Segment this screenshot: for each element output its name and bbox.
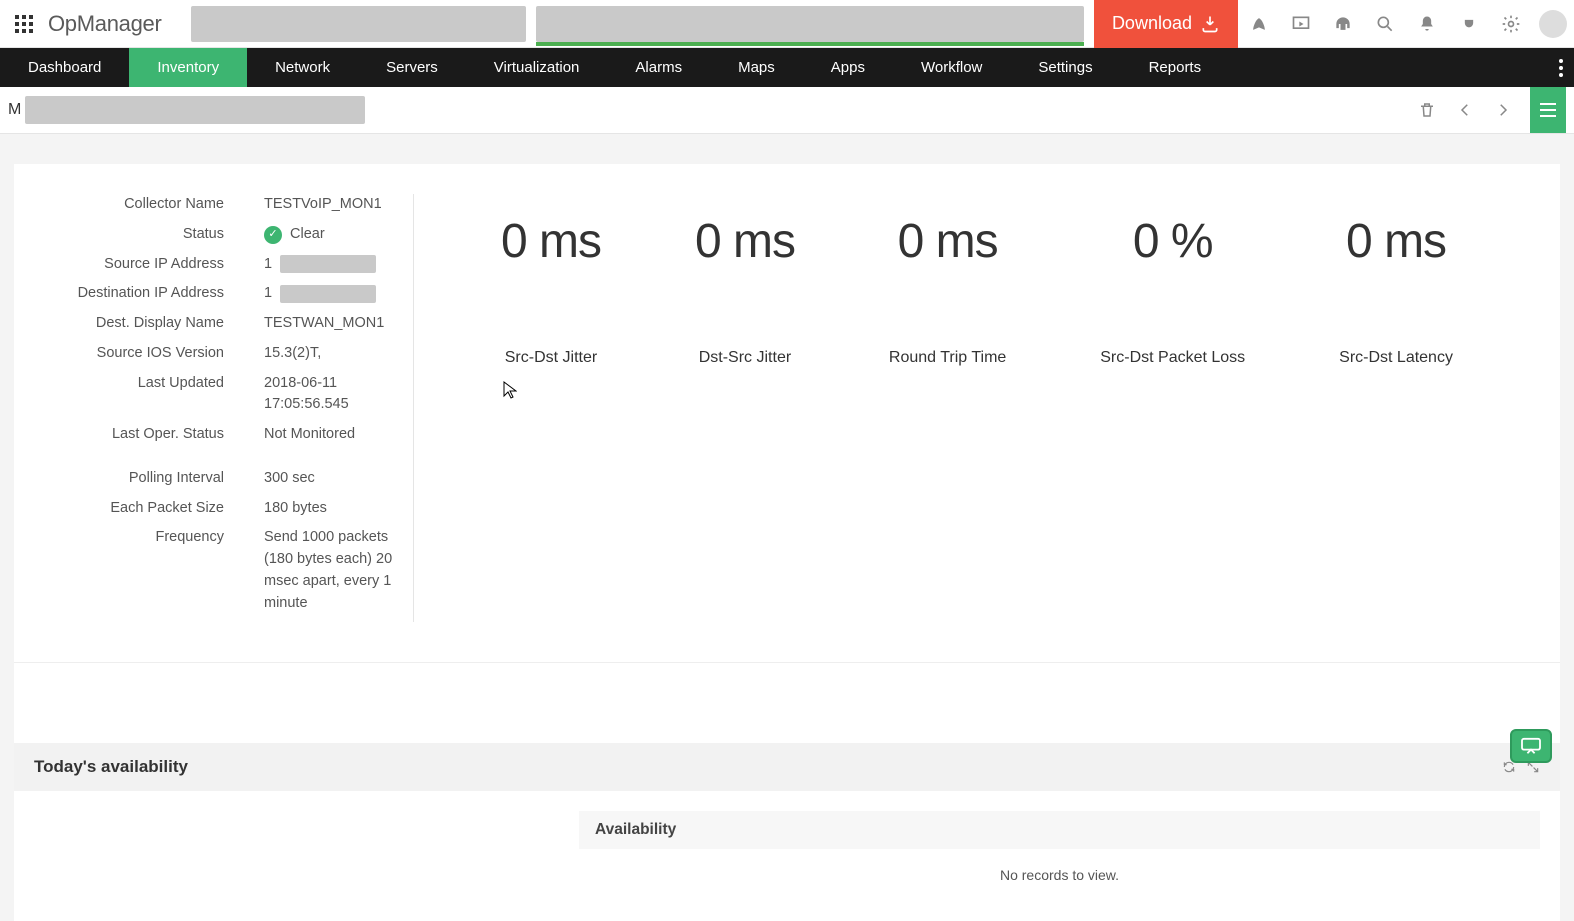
masked-value bbox=[280, 285, 376, 303]
detail-row: Status✓Clear bbox=[34, 224, 393, 246]
nav-more-icon[interactable] bbox=[1548, 48, 1574, 87]
download-button[interactable]: Download bbox=[1094, 0, 1238, 48]
metric: 0 ms Src-Dst Latency bbox=[1339, 214, 1453, 367]
detail-row: Last Updated2018-06-11 17:05:56.545 bbox=[34, 373, 393, 417]
detail-value: 1 bbox=[224, 254, 393, 276]
rocket-icon[interactable] bbox=[1238, 0, 1280, 48]
metric-value: 0 ms bbox=[501, 214, 601, 269]
plug-icon[interactable] bbox=[1448, 0, 1490, 48]
detail-row: Source IP Address1 bbox=[34, 254, 393, 276]
nav-servers[interactable]: Servers bbox=[358, 48, 466, 87]
nav-workflow[interactable]: Workflow bbox=[893, 48, 1010, 87]
detail-label: Status bbox=[34, 224, 224, 246]
nav-alarms[interactable]: Alarms bbox=[607, 48, 710, 87]
top-placeholder-1 bbox=[191, 6, 526, 42]
user-avatar[interactable] bbox=[1532, 0, 1574, 48]
nav-reports[interactable]: Reports bbox=[1121, 48, 1230, 87]
metric: 0 % Src-Dst Packet Loss bbox=[1100, 214, 1245, 367]
detail-label: Source IP Address bbox=[34, 254, 224, 276]
detail-label: Each Packet Size bbox=[34, 498, 224, 520]
prev-icon[interactable] bbox=[1448, 93, 1482, 127]
bell-icon[interactable] bbox=[1406, 0, 1448, 48]
nav-maps[interactable]: Maps bbox=[710, 48, 803, 87]
detail-label: Frequency bbox=[34, 527, 224, 614]
no-records-text: No records to view. bbox=[579, 849, 1540, 901]
detail-row: Dest. Display NameTESTWAN_MON1 bbox=[34, 313, 393, 335]
page-title-prefix: M bbox=[8, 101, 21, 119]
apps-grid-icon[interactable] bbox=[0, 15, 48, 33]
detail-value: 1 bbox=[224, 283, 393, 305]
menu-icon[interactable] bbox=[1530, 87, 1566, 133]
detail-value: TESTWAN_MON1 bbox=[224, 313, 393, 335]
detail-row: Each Packet Size180 bytes bbox=[34, 498, 393, 520]
metric-value: 0 % bbox=[1100, 214, 1245, 269]
detail-value: 2018-06-11 17:05:56.545 bbox=[224, 373, 393, 417]
detail-row: FrequencySend 1000 packets (180 bytes ea… bbox=[34, 527, 393, 614]
page-title-placeholder bbox=[25, 96, 365, 124]
metric-value: 0 ms bbox=[1339, 214, 1453, 269]
detail-label: Dest. Display Name bbox=[34, 313, 224, 335]
download-icon bbox=[1200, 14, 1220, 34]
metric-label: Dst-Src Jitter bbox=[695, 349, 795, 367]
detail-row: Source IOS Version15.3(2)T, bbox=[34, 343, 393, 365]
nav-virtualization[interactable]: Virtualization bbox=[466, 48, 608, 87]
detail-value: TESTVoIP_MON1 bbox=[224, 194, 393, 216]
nav-apps[interactable]: Apps bbox=[803, 48, 893, 87]
metric: 0 ms Round Trip Time bbox=[889, 214, 1006, 367]
detail-row: Destination IP Address1 bbox=[34, 283, 393, 305]
status-check-icon: ✓ bbox=[264, 226, 282, 244]
metric-label: Src-Dst Jitter bbox=[501, 349, 601, 367]
availability-header: Today's availability bbox=[14, 743, 1560, 791]
detail-row: Polling Interval300 sec bbox=[34, 468, 393, 490]
nav-dashboard[interactable]: Dashboard bbox=[0, 48, 129, 87]
detail-label: Last Updated bbox=[34, 373, 224, 417]
metric-value: 0 ms bbox=[695, 214, 795, 269]
detail-value: Not Monitored bbox=[224, 424, 393, 446]
search-icon[interactable] bbox=[1364, 0, 1406, 48]
detail-label: Polling Interval bbox=[34, 468, 224, 490]
detail-row: Collector NameTESTVoIP_MON1 bbox=[34, 194, 393, 216]
metric-label: Src-Dst Latency bbox=[1339, 349, 1453, 367]
detail-value: 300 sec bbox=[224, 468, 393, 490]
detail-row: Last Oper. StatusNot Monitored bbox=[34, 424, 393, 446]
detail-label: Collector Name bbox=[34, 194, 224, 216]
logo: OpManager bbox=[48, 11, 161, 37]
nav-settings[interactable]: Settings bbox=[1010, 48, 1120, 87]
download-label: Download bbox=[1112, 13, 1192, 34]
detail-value: Send 1000 packets (180 bytes each) 20 ms… bbox=[224, 527, 393, 614]
headset-icon[interactable] bbox=[1322, 0, 1364, 48]
availability-subtitle: Availability bbox=[579, 811, 1540, 849]
metric-value: 0 ms bbox=[889, 214, 1006, 269]
metric-label: Src-Dst Packet Loss bbox=[1100, 349, 1245, 367]
next-icon[interactable] bbox=[1486, 93, 1520, 127]
delete-icon[interactable] bbox=[1410, 93, 1444, 127]
metric-label: Round Trip Time bbox=[889, 349, 1006, 367]
availability-title: Today's availability bbox=[34, 757, 188, 777]
presentation-icon[interactable] bbox=[1280, 0, 1322, 48]
nav-network[interactable]: Network bbox=[247, 48, 358, 87]
detail-value: 180 bytes bbox=[224, 498, 393, 520]
metric: 0 ms Src-Dst Jitter bbox=[501, 214, 601, 367]
detail-label: Source IOS Version bbox=[34, 343, 224, 365]
chat-fab[interactable] bbox=[1510, 729, 1552, 763]
top-placeholder-2 bbox=[536, 6, 1083, 42]
nav-inventory[interactable]: Inventory bbox=[129, 48, 247, 87]
detail-value: 15.3(2)T, bbox=[224, 343, 393, 365]
detail-label: Last Oper. Status bbox=[34, 424, 224, 446]
metric: 0 ms Dst-Src Jitter bbox=[695, 214, 795, 367]
masked-value bbox=[280, 255, 376, 273]
gear-icon[interactable] bbox=[1490, 0, 1532, 48]
detail-label: Destination IP Address bbox=[34, 283, 224, 305]
detail-value: ✓Clear bbox=[224, 224, 393, 246]
